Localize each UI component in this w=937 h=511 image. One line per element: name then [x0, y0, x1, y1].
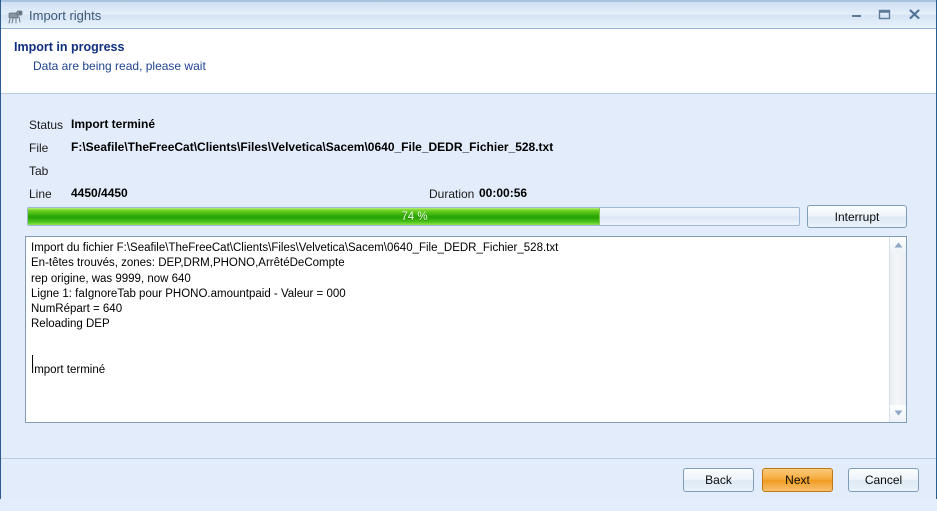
- line-value: 4450/4450: [71, 186, 128, 200]
- tab-label: Tab: [29, 164, 49, 178]
- back-button[interactable]: Back: [683, 468, 754, 492]
- header-subtitle: Data are being read, please wait: [33, 59, 206, 73]
- import-rights-dialog: Import rights Import in progress Data ar…: [0, 0, 937, 500]
- text-caret: [32, 355, 33, 368]
- header-title: Import in progress: [14, 40, 125, 54]
- log-scrollbar[interactable]: [889, 237, 906, 422]
- progress-percent-label: 74 %: [401, 211, 428, 223]
- dialog-body: Status Import terminé File F:\Seafile\Th…: [1, 94, 936, 458]
- duration-value: 00:00:56: [479, 186, 528, 200]
- cancel-button[interactable]: Cancel: [848, 468, 919, 492]
- close-icon[interactable]: [901, 6, 927, 26]
- log-text-content: Import du fichier F:\Seafile\TheFreeCat\…: [31, 242, 559, 377]
- scrollbar-track[interactable]: [890, 254, 906, 405]
- maximize-icon[interactable]: [871, 6, 897, 26]
- file-label: File: [29, 141, 49, 155]
- duration-label: Duration: [429, 187, 475, 201]
- dialog-header: Import in progress Data are being read, …: [1, 29, 936, 94]
- scroll-down-arrow-icon[interactable]: [890, 405, 906, 422]
- window-title: Import rights: [29, 8, 102, 23]
- scroll-up-arrow-icon[interactable]: [890, 237, 906, 254]
- next-button[interactable]: Next: [762, 468, 833, 492]
- interrupt-button[interactable]: Interrupt: [807, 205, 907, 228]
- dialog-footer: Back Next Cancel: [1, 458, 936, 500]
- line-label: Line: [29, 187, 52, 201]
- file-value: F:\Seafile\TheFreeCat\Clients\Files\Velv…: [71, 140, 554, 154]
- status-value: Import terminé: [71, 117, 156, 131]
- progress-bar: 74 %: [27, 207, 800, 226]
- log-textarea[interactable]: Import du fichier F:\Seafile\TheFreeCat\…: [25, 236, 907, 423]
- status-label: Status: [29, 118, 64, 132]
- app-import-icon: [7, 8, 24, 25]
- title-bar[interactable]: Import rights: [1, 0, 936, 29]
- minimize-icon[interactable]: [843, 6, 869, 26]
